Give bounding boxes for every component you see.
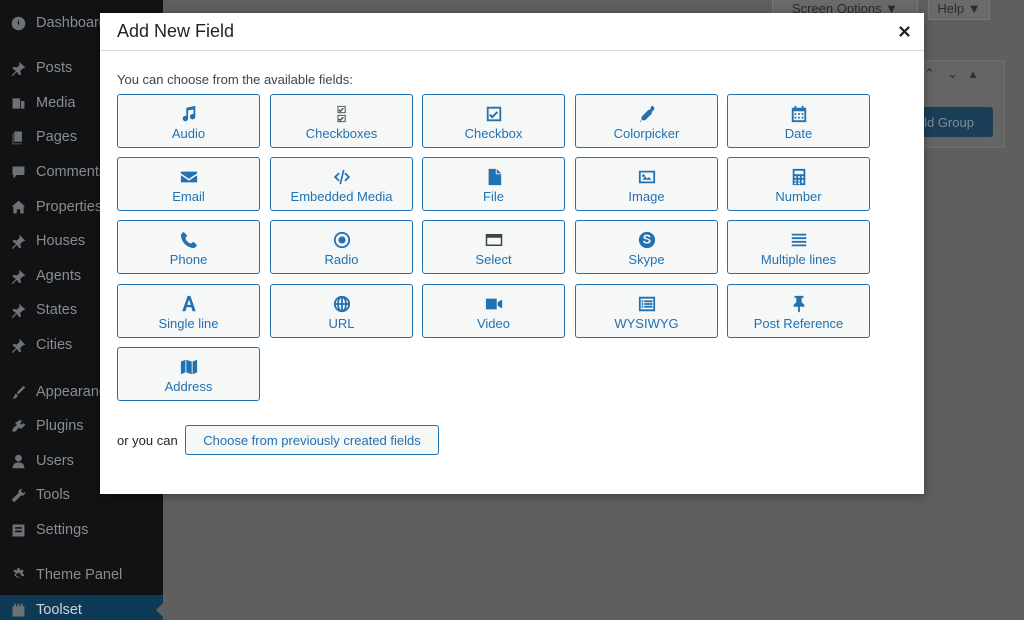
code-icon: [333, 167, 351, 187]
pages-icon: [0, 129, 36, 146]
lines-icon: [790, 230, 808, 250]
dialog-header: Add New Field: [100, 13, 924, 51]
pin-icon: [0, 60, 36, 77]
or-text: or you can: [117, 433, 178, 448]
calendar-icon: [790, 104, 808, 124]
close-button[interactable]: [894, 21, 914, 41]
eyedropper-icon: [638, 104, 656, 124]
help-button[interactable]: Help ▼: [928, 0, 990, 20]
settings-icon: [0, 522, 36, 539]
checkboxes-icon: [333, 104, 351, 124]
field-checkboxes-button[interactable]: Checkboxes: [270, 94, 413, 148]
dialog-intro: You can choose from the available fields…: [117, 72, 353, 87]
envelope-icon: [180, 167, 198, 187]
field-audio-button[interactable]: Audio: [117, 94, 260, 148]
field-select-button[interactable]: Select: [422, 220, 565, 274]
calculator-icon: [790, 167, 808, 187]
pin-icon: [0, 268, 36, 285]
skype-icon: [638, 230, 656, 250]
field-video-button[interactable]: Video: [422, 284, 565, 338]
select-icon: [485, 230, 503, 250]
wrench-icon: [0, 487, 36, 504]
add-new-field-dialog: Add New Field You can choose from the av…: [100, 13, 924, 494]
checkbox-icon: [485, 104, 503, 124]
thumbtack-icon: [790, 294, 808, 314]
phone-icon: [180, 230, 198, 250]
file-icon: [485, 167, 503, 187]
comment-icon: [0, 164, 36, 181]
close-icon: [898, 25, 910, 37]
field-multiple-lines-button[interactable]: Multiple lines: [727, 220, 870, 274]
panel-toggle-arrows: ⌃⌄▴: [924, 66, 989, 81]
field-skype-button[interactable]: Skype: [575, 220, 718, 274]
radio-icon: [333, 230, 351, 250]
dashboard-icon: [0, 15, 36, 32]
sidebar-item-theme-panel[interactable]: Theme Panel: [0, 560, 163, 590]
field-single-line-button[interactable]: Single line: [117, 284, 260, 338]
sidebar-item-toolset[interactable]: Toolset: [0, 595, 164, 620]
home-icon: [0, 199, 36, 216]
field-url-button[interactable]: URL: [270, 284, 413, 338]
user-icon: [0, 453, 36, 470]
dialog-title: Add New Field: [117, 21, 235, 41]
pin-icon: [0, 302, 36, 319]
field-embedded-media-button[interactable]: Embedded Media: [270, 157, 413, 211]
media-icon: [0, 95, 36, 112]
pin-icon: [0, 233, 36, 250]
map-icon: [180, 357, 198, 377]
field-image-button[interactable]: Image: [575, 157, 718, 211]
music-note-icon: [180, 104, 198, 124]
field-colorpicker-button[interactable]: Colorpicker: [575, 94, 718, 148]
brush-icon: [0, 384, 36, 401]
image-icon: [638, 167, 656, 187]
field-date-button[interactable]: Date: [727, 94, 870, 148]
choose-previous-fields-button[interactable]: Choose from previously created fields: [185, 425, 439, 455]
field-radio-button[interactable]: Radio: [270, 220, 413, 274]
globe-icon: [333, 294, 351, 314]
field-number-button[interactable]: Number: [727, 157, 870, 211]
field-post-reference-button[interactable]: Post Reference: [727, 284, 870, 338]
sidebar-item-settings[interactable]: Settings: [0, 515, 163, 545]
field-file-button[interactable]: File: [422, 157, 565, 211]
field-address-button[interactable]: Address: [117, 347, 260, 401]
video-camera-icon: [485, 294, 503, 314]
gear-icon: [0, 567, 36, 584]
letter-a-icon: [180, 294, 198, 314]
plugin-icon: [0, 418, 36, 435]
field-phone-button[interactable]: Phone: [117, 220, 260, 274]
field-wysiwyg-button[interactable]: WYSIWYG: [575, 284, 718, 338]
field-email-button[interactable]: Email: [117, 157, 260, 211]
wysiwyg-icon: [638, 294, 656, 314]
pin-icon: [0, 337, 36, 354]
toolset-icon: [0, 602, 36, 619]
field-checkbox-button[interactable]: Checkbox: [422, 94, 565, 148]
